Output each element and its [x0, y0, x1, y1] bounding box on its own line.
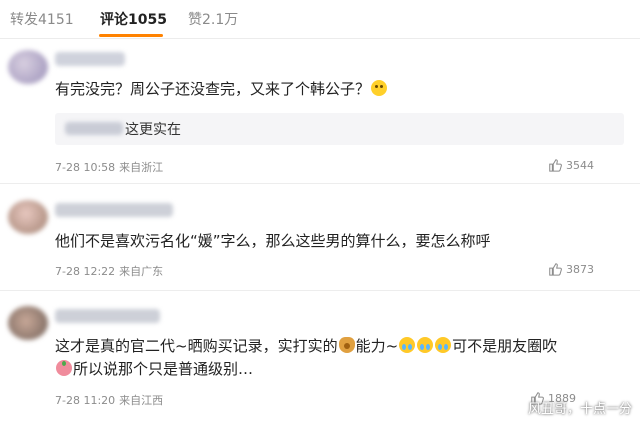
- tab-likes[interactable]: 赞2.1万: [188, 9, 238, 29]
- comment-item: 他们不是喜欢污名化“媛”字么，那么这些男的算什么，要怎么称呼 7-28 12:2…: [0, 190, 640, 290]
- divider: [0, 290, 640, 291]
- reply-box[interactable]: 这更实在: [55, 113, 624, 145]
- tab-bar: 转发4151 评论1055 赞2.1万: [0, 0, 640, 39]
- tearful-face-icon: [417, 337, 434, 353]
- reply-text: 这更实在: [125, 122, 181, 138]
- comment-text-part: 这才是真的官二代~晒购买记录，实打实的: [55, 337, 338, 355]
- tearful-face-icon: [399, 337, 416, 353]
- comment-text-content: 有完没完？周公子还没查完，又来了个韩公子？: [55, 80, 371, 98]
- money-bag-icon: [338, 337, 355, 353]
- comment-meta: 7-28 10:58 来自浙江: [55, 159, 167, 175]
- like-button[interactable]: 3544: [548, 158, 594, 172]
- comment-text: 他们不是喜欢污名化“媛”字么，那么这些男的算什么，要怎么称呼: [55, 232, 491, 250]
- watermark: 风丑哥，十点一分: [527, 402, 632, 417]
- like-count: 3544: [566, 159, 594, 172]
- comment-text-part: 可不是朋友圈吹: [452, 337, 558, 355]
- username-blurred[interactable]: [55, 52, 125, 66]
- comment-date: 7-28 12:22: [55, 265, 116, 278]
- comment-location: 来自广东: [119, 265, 164, 278]
- username-blurred[interactable]: [55, 309, 160, 323]
- weibo-comments-page: 转发4151 评论1055 赞2.1万 有完没完？周公子还没查完，又来了个韩公子…: [0, 0, 640, 423]
- tab-reposts[interactable]: 转发4151: [10, 9, 74, 29]
- comment-meta: 7-28 11:20 来自江西: [55, 392, 167, 408]
- avatar[interactable]: [8, 200, 48, 234]
- comment-text-line1: 这才是真的官二代~晒购买记录，实打实的 能力~ 可不是朋友圈吹: [55, 334, 557, 358]
- tearful-face-icon: [435, 337, 452, 353]
- divider: [0, 183, 640, 184]
- comment-item: 有完没完？周公子还没查完，又来了个韩公子？ 这更实在 7-28 10:58 来自浙…: [0, 40, 640, 180]
- comment-text-part: 能力~: [355, 337, 399, 355]
- reply-username-blurred[interactable]: [65, 122, 123, 135]
- active-tab-indicator: [99, 34, 163, 37]
- comment-text: 有完没完？周公子还没查完，又来了个韩公子？: [55, 77, 388, 101]
- avatar[interactable]: [8, 306, 48, 340]
- comment-location: 来自江西: [119, 394, 164, 407]
- comment-date: 7-28 10:58: [55, 161, 116, 174]
- crying-face-icon: [371, 80, 388, 96]
- comment-date: 7-28 11:20: [55, 394, 116, 407]
- comment-text-line2: 所以说那个只是普通级别…: [55, 357, 253, 381]
- peach-icon: [56, 360, 72, 376]
- like-count: 3873: [566, 263, 594, 276]
- comment-location: 来自浙江: [119, 161, 164, 174]
- thumbs-up-icon: [549, 263, 562, 276]
- like-button[interactable]: 3873: [548, 262, 594, 276]
- thumbs-up-icon: [549, 159, 562, 172]
- avatar[interactable]: [8, 50, 48, 84]
- tab-comments[interactable]: 评论1055: [100, 9, 167, 29]
- comment-text-part: 所以说那个只是普通级别…: [73, 360, 254, 378]
- username-blurred[interactable]: [55, 203, 173, 217]
- comment-meta: 7-28 12:22 来自广东: [55, 263, 167, 279]
